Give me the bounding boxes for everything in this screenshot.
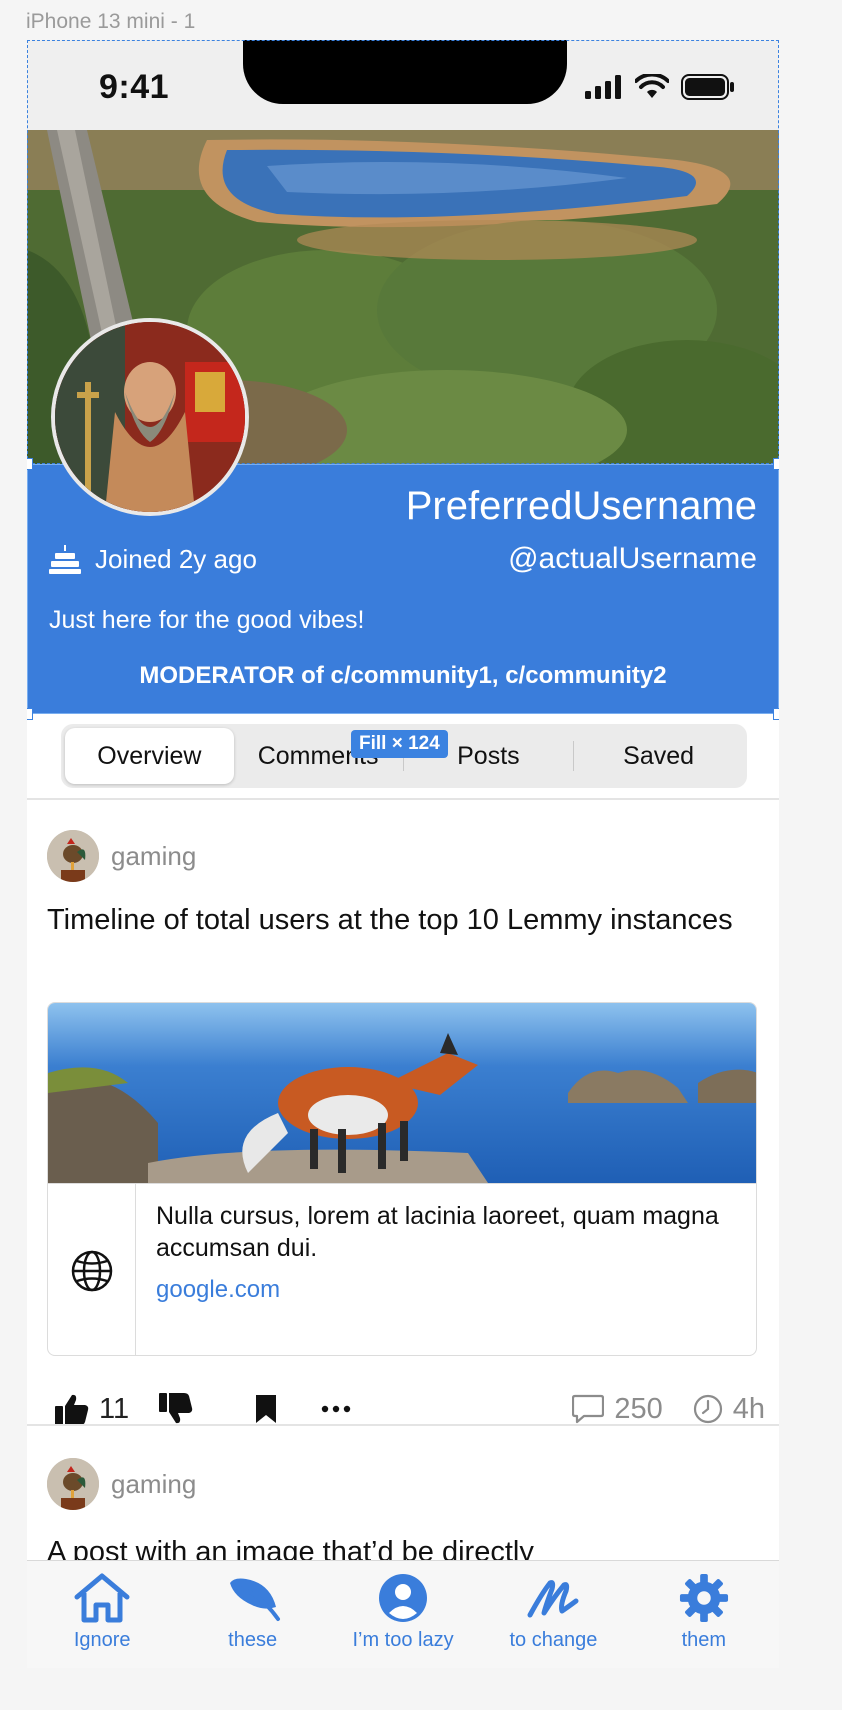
clock-icon bbox=[693, 1394, 722, 1424]
nav-label: these bbox=[228, 1629, 278, 1651]
tab-label: Overview bbox=[97, 741, 202, 770]
comment-icon bbox=[572, 1394, 605, 1424]
post-community[interactable]: gaming bbox=[47, 1458, 196, 1510]
divider bbox=[27, 798, 779, 800]
link-description: Nulla cursus, lorem at lacinia laoreet, … bbox=[156, 1202, 719, 1262]
signal-icon bbox=[585, 75, 621, 99]
post-title[interactable]: Timeline of total users at the top 10 Le… bbox=[47, 902, 747, 938]
frame-label: iPhone 13 mini - 1 bbox=[26, 10, 196, 33]
gear-icon bbox=[679, 1573, 728, 1623]
more-action[interactable] bbox=[321, 1405, 351, 1413]
user-circle-icon bbox=[379, 1574, 428, 1622]
tab-overview[interactable]: Overview bbox=[65, 728, 234, 784]
more-icon bbox=[321, 1405, 351, 1413]
selection-handle[interactable] bbox=[773, 458, 779, 470]
tab-saved[interactable]: Saved bbox=[574, 728, 743, 784]
nav-item-home[interactable]: Ignore bbox=[27, 1561, 177, 1668]
globe-icon bbox=[71, 1250, 112, 1292]
community-name: gaming bbox=[111, 840, 197, 871]
comment-count: 250 bbox=[614, 1392, 663, 1425]
nav-label: to change bbox=[509, 1629, 598, 1651]
profile-avatar[interactable] bbox=[51, 318, 249, 516]
moderator-of: MODERATOR of c/community1, c/community2 bbox=[139, 662, 667, 689]
link-url[interactable]: google.com bbox=[156, 1276, 280, 1304]
nav-item-settings[interactable]: them bbox=[629, 1561, 779, 1668]
comments-action[interactable]: 250 bbox=[572, 1392, 663, 1426]
tab-label: Saved bbox=[623, 741, 695, 770]
tab-label: Posts bbox=[457, 741, 520, 770]
thumbs-down-icon bbox=[159, 1393, 193, 1424]
status-icons bbox=[585, 74, 735, 100]
community-name: gaming bbox=[111, 1468, 197, 1499]
leaf-icon bbox=[229, 1578, 280, 1621]
bookmark-icon bbox=[256, 1395, 277, 1423]
save-action[interactable] bbox=[255, 1394, 277, 1424]
downvote-action[interactable] bbox=[159, 1393, 193, 1425]
selection-handle[interactable] bbox=[773, 708, 779, 720]
link-thumbnail-image bbox=[48, 1003, 756, 1183]
wifi-icon bbox=[635, 74, 669, 98]
upvote-count: 11 bbox=[99, 1392, 130, 1425]
link-details: Nulla cursus, lorem at lacinia laoreet, … bbox=[48, 1183, 756, 1355]
joined-info: Joined 2y ago bbox=[49, 544, 257, 575]
cake-icon bbox=[49, 544, 81, 574]
phone-screen: 9:41 PreferredUsername Joined 2y ago @ac… bbox=[27, 40, 779, 1668]
age-text: 4h bbox=[732, 1392, 765, 1425]
home-icon bbox=[74, 1573, 130, 1623]
selection-handle[interactable] bbox=[27, 458, 33, 470]
community-avatar bbox=[47, 830, 99, 882]
status-bar: 9:41 bbox=[27, 40, 779, 130]
post-community[interactable]: gaming bbox=[47, 830, 196, 882]
link-card[interactable]: Nulla cursus, lorem at lacinia laoreet, … bbox=[47, 1002, 757, 1356]
actual-username: @actualUsername bbox=[508, 542, 757, 575]
post-age: 4h bbox=[693, 1393, 765, 1426]
community-avatar bbox=[47, 1458, 99, 1510]
nav-item-leaf[interactable]: these bbox=[177, 1561, 327, 1668]
scribble-icon bbox=[527, 1580, 579, 1618]
nav-label: them bbox=[681, 1629, 727, 1651]
notch bbox=[243, 40, 567, 104]
globe-cell bbox=[48, 1184, 136, 1355]
fill-size-badge: Fill × 124 bbox=[351, 730, 448, 758]
joined-text: Joined 2y ago bbox=[95, 544, 257, 574]
battery-icon bbox=[681, 74, 734, 100]
selection-handle[interactable] bbox=[27, 708, 33, 720]
status-time: 9:41 bbox=[99, 68, 170, 106]
thumbs-up-icon bbox=[55, 1394, 89, 1425]
nav-label: Ignore bbox=[73, 1629, 131, 1651]
bottom-nav: Ignore these I’m too lazy to change them bbox=[27, 1560, 779, 1668]
nav-label: I’m too lazy bbox=[352, 1629, 454, 1651]
preferred-username: PreferredUsername bbox=[405, 484, 757, 528]
nav-item-scribble[interactable]: to change bbox=[478, 1561, 628, 1668]
nav-item-profile[interactable]: I’m too lazy bbox=[328, 1561, 478, 1668]
upvote-action[interactable]: 11 bbox=[55, 1393, 129, 1426]
divider bbox=[27, 1424, 779, 1426]
profile-bio: Just here for the good vibes! bbox=[49, 606, 365, 634]
